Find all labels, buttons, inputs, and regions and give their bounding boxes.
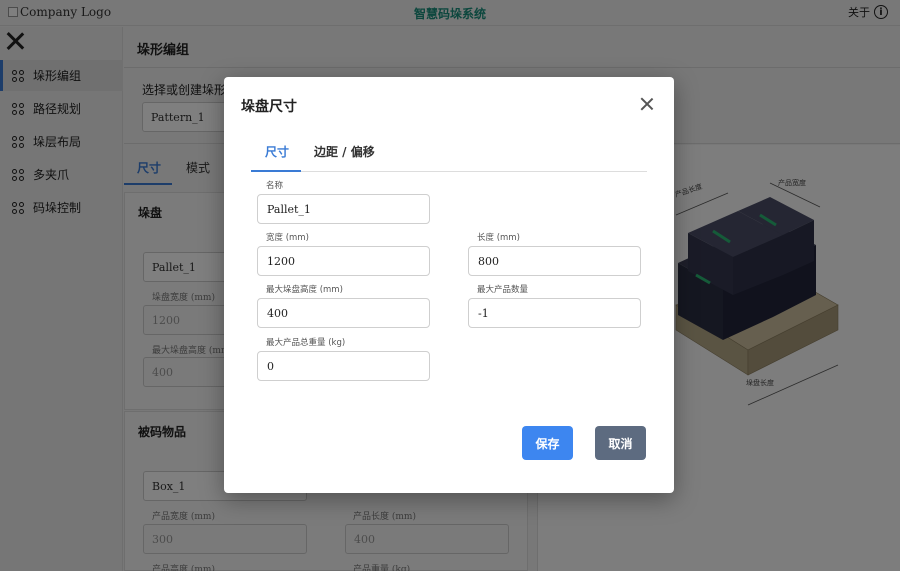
tab-active-underline bbox=[251, 170, 301, 172]
tab-margin-offset[interactable]: 边距 / 偏移 bbox=[314, 143, 375, 160]
width-input[interactable]: 1200 bbox=[257, 246, 430, 276]
pallet-size-dialog: 垛盘尺寸 尺寸 边距 / 偏移 名称 Pallet_1 宽度 (mm) 1200… bbox=[224, 77, 674, 493]
length-input[interactable]: 800 bbox=[468, 246, 641, 276]
width-label: 宽度 (mm) bbox=[266, 233, 309, 243]
name-label: 名称 bbox=[266, 181, 284, 191]
max-weight-label: 最大产品总重量 (kg) bbox=[266, 338, 346, 348]
length-label: 长度 (mm) bbox=[477, 233, 520, 243]
max-count-label: 最大产品数量 bbox=[477, 285, 529, 295]
tab-size[interactable]: 尺寸 bbox=[265, 143, 289, 160]
max-height-input[interactable]: 400 bbox=[257, 298, 430, 328]
max-height-label: 最大垛盘高度 (mm) bbox=[266, 285, 343, 295]
dialog-title: 垛盘尺寸 bbox=[241, 99, 297, 115]
max-weight-input[interactable]: 0 bbox=[257, 351, 430, 381]
save-button[interactable]: 保存 bbox=[522, 426, 573, 460]
max-count-input[interactable]: -1 bbox=[468, 298, 641, 328]
cancel-button[interactable]: 取消 bbox=[595, 426, 646, 460]
close-icon[interactable] bbox=[640, 97, 654, 111]
tab-divider bbox=[251, 171, 647, 172]
name-input[interactable]: Pallet_1 bbox=[257, 194, 430, 224]
